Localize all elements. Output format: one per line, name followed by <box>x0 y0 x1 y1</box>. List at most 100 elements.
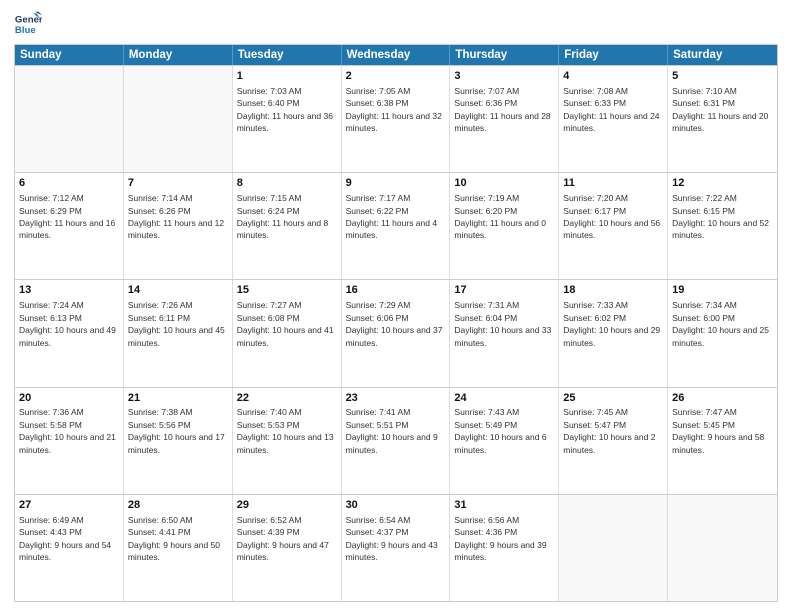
svg-text:Blue: Blue <box>15 25 36 36</box>
calendar-cell: 23Sunrise: 7:41 AM Sunset: 5:51 PM Dayli… <box>342 388 451 494</box>
calendar-cell: 14 Sunrise: 7:26 AM Sunset: 6:11 PM Dayli… <box>124 280 233 386</box>
day-info: Sunrise: 7:12 AM Sunset: 6:29 PM Dayligh… <box>19 193 115 240</box>
calendar-header-cell: Wednesday <box>342 45 451 65</box>
day-info: Sunrise: 7:45 AM Sunset: 5:47 PM Dayligh… <box>563 407 655 454</box>
day-info: Sunrise: 6:54 AM Sunset: 4:37 PM Dayligh… <box>346 515 438 562</box>
day-info: Sunrise: 7:27 AM Sunset: 6:08 PM Dayligh… <box>237 300 334 347</box>
day-number: 14 <box>128 283 228 298</box>
day-info: Sunrise: 7:36 AM Sunset: 5:58 PM Dayligh… <box>19 407 116 454</box>
calendar-cell: 31 Sunrise: 6:56 AM Sunset: 4:36 PM Dayli… <box>450 495 559 601</box>
page: General Blue SundayMondayTuesdayWednesda… <box>0 0 792 612</box>
day-info: Sunrise: 7:26 AM Sunset: 6:11 PM Dayligh… <box>128 300 225 347</box>
calendar-header-cell: Tuesday <box>233 45 342 65</box>
day-info: Sunrise: 7:40 AM Sunset: 5:53 PM Dayligh… <box>237 407 334 454</box>
day-number: 9 <box>346 176 446 191</box>
calendar: SundayMondayTuesdayWednesdayThursdayFrid… <box>14 44 778 602</box>
day-info: Sunrise: 7:38 AM Sunset: 5:56 PM Dayligh… <box>128 407 225 454</box>
day-number: 12 <box>672 176 773 191</box>
calendar-cell: 18Sunrise: 7:33 AM Sunset: 6:02 PM Dayli… <box>559 280 668 386</box>
calendar-cell: 4 Sunrise: 7:08 AM Sunset: 6:33 PM Daylig… <box>559 66 668 172</box>
day-info: Sunrise: 6:50 AM Sunset: 4:41 PM Dayligh… <box>128 515 220 562</box>
day-number: 24 <box>454 391 554 406</box>
calendar-cell: 26Sunrise: 7:47 AM Sunset: 5:45 PM Dayli… <box>668 388 777 494</box>
day-info: Sunrise: 7:10 AM Sunset: 6:31 PM Dayligh… <box>672 86 768 133</box>
calendar-header-cell: Sunday <box>15 45 124 65</box>
calendar-cell: 1 Sunrise: 7:03 AM Sunset: 6:40 PM Daylig… <box>233 66 342 172</box>
calendar-cell: 28 Sunrise: 6:50 AM Sunset: 4:41 PM Dayli… <box>124 495 233 601</box>
calendar-cell <box>15 66 124 172</box>
calendar-cell: 30 Sunrise: 6:54 AM Sunset: 4:37 PM Dayli… <box>342 495 451 601</box>
calendar-cell: 12 Sunrise: 7:22 AM Sunset: 6:15 PM Dayli… <box>668 173 777 279</box>
calendar-cell <box>559 495 668 601</box>
calendar-cell: 8 Sunrise: 7:15 AM Sunset: 6:24 PM Daylig… <box>233 173 342 279</box>
day-number: 13 <box>19 283 119 298</box>
day-number: 5 <box>672 69 773 84</box>
day-info: Sunrise: 7:17 AM Sunset: 6:22 PM Dayligh… <box>346 193 438 240</box>
day-number: 4 <box>563 69 663 84</box>
day-number: 29 <box>237 498 337 513</box>
day-number: 31 <box>454 498 554 513</box>
day-number: 18 <box>563 283 663 298</box>
day-info: Sunrise: 6:52 AM Sunset: 4:39 PM Dayligh… <box>237 515 329 562</box>
calendar-cell: 2 Sunrise: 7:05 AM Sunset: 6:38 PM Daylig… <box>342 66 451 172</box>
day-number: 6 <box>19 176 119 191</box>
day-info: Sunrise: 7:14 AM Sunset: 6:26 PM Dayligh… <box>128 193 224 240</box>
calendar-cell: 5 Sunrise: 7:10 AM Sunset: 6:31 PM Daylig… <box>668 66 777 172</box>
calendar-cell: 13 Sunrise: 7:24 AM Sunset: 6:13 PM Dayli… <box>15 280 124 386</box>
day-number: 22 <box>237 391 337 406</box>
calendar-cell: 22Sunrise: 7:40 AM Sunset: 5:53 PM Dayli… <box>233 388 342 494</box>
day-info: Sunrise: 7:34 AM Sunset: 6:00 PM Dayligh… <box>672 300 769 347</box>
day-info: Sunrise: 7:15 AM Sunset: 6:24 PM Dayligh… <box>237 193 329 240</box>
day-number: 19 <box>672 283 773 298</box>
day-info: Sunrise: 7:24 AM Sunset: 6:13 PM Dayligh… <box>19 300 116 347</box>
logo-icon: General Blue <box>14 10 42 38</box>
day-number: 8 <box>237 176 337 191</box>
calendar-week-row: 20Sunrise: 7:36 AM Sunset: 5:58 PM Dayli… <box>15 387 777 494</box>
day-number: 25 <box>563 391 663 406</box>
calendar-cell: 17 Sunrise: 7:31 AM Sunset: 6:04 PM Dayli… <box>450 280 559 386</box>
calendar-header-cell: Saturday <box>668 45 777 65</box>
calendar-cell: 10Sunrise: 7:19 AM Sunset: 6:20 PM Dayli… <box>450 173 559 279</box>
day-number: 7 <box>128 176 228 191</box>
day-info: Sunrise: 7:31 AM Sunset: 6:04 PM Dayligh… <box>454 300 551 347</box>
calendar-cell <box>124 66 233 172</box>
day-number: 27 <box>19 498 119 513</box>
day-info: Sunrise: 7:08 AM Sunset: 6:33 PM Dayligh… <box>563 86 659 133</box>
day-info: Sunrise: 7:07 AM Sunset: 6:36 PM Dayligh… <box>454 86 550 133</box>
day-number: 17 <box>454 283 554 298</box>
day-info: Sunrise: 6:49 AM Sunset: 4:43 PM Dayligh… <box>19 515 111 562</box>
calendar-week-row: 1 Sunrise: 7:03 AM Sunset: 6:40 PM Daylig… <box>15 65 777 172</box>
day-info: Sunrise: 7:41 AM Sunset: 5:51 PM Dayligh… <box>346 407 438 454</box>
day-number: 26 <box>672 391 773 406</box>
day-info: Sunrise: 7:22 AM Sunset: 6:15 PM Dayligh… <box>672 193 769 240</box>
calendar-cell: 11Sunrise: 7:20 AM Sunset: 6:17 PM Dayli… <box>559 173 668 279</box>
day-number: 21 <box>128 391 228 406</box>
day-number: 2 <box>346 69 446 84</box>
day-info: Sunrise: 6:56 AM Sunset: 4:36 PM Dayligh… <box>454 515 546 562</box>
day-number: 28 <box>128 498 228 513</box>
calendar-cell: 24Sunrise: 7:43 AM Sunset: 5:49 PM Dayli… <box>450 388 559 494</box>
day-number: 1 <box>237 69 337 84</box>
day-number: 30 <box>346 498 446 513</box>
day-number: 15 <box>237 283 337 298</box>
calendar-week-row: 6 Sunrise: 7:12 AM Sunset: 6:29 PM Daylig… <box>15 172 777 279</box>
calendar-cell: 9 Sunrise: 7:17 AM Sunset: 6:22 PM Daylig… <box>342 173 451 279</box>
calendar-body: 1 Sunrise: 7:03 AM Sunset: 6:40 PM Daylig… <box>15 65 777 601</box>
day-number: 10 <box>454 176 554 191</box>
day-number: 23 <box>346 391 446 406</box>
day-info: Sunrise: 7:47 AM Sunset: 5:45 PM Dayligh… <box>672 407 764 454</box>
calendar-cell: 6 Sunrise: 7:12 AM Sunset: 6:29 PM Daylig… <box>15 173 124 279</box>
calendar-cell: 27 Sunrise: 6:49 AM Sunset: 4:43 PM Dayli… <box>15 495 124 601</box>
calendar-cell: 15 Sunrise: 7:27 AM Sunset: 6:08 PM Dayli… <box>233 280 342 386</box>
calendar-cell: 7 Sunrise: 7:14 AM Sunset: 6:26 PM Daylig… <box>124 173 233 279</box>
day-info: Sunrise: 7:03 AM Sunset: 6:40 PM Dayligh… <box>237 86 333 133</box>
calendar-cell: 16Sunrise: 7:29 AM Sunset: 6:06 PM Dayli… <box>342 280 451 386</box>
day-info: Sunrise: 7:43 AM Sunset: 5:49 PM Dayligh… <box>454 407 546 454</box>
calendar-week-row: 13 Sunrise: 7:24 AM Sunset: 6:13 PM Dayli… <box>15 279 777 386</box>
calendar-header-cell: Friday <box>559 45 668 65</box>
calendar-cell: 21Sunrise: 7:38 AM Sunset: 5:56 PM Dayli… <box>124 388 233 494</box>
calendar-cell: 25Sunrise: 7:45 AM Sunset: 5:47 PM Dayli… <box>559 388 668 494</box>
day-number: 3 <box>454 69 554 84</box>
day-info: Sunrise: 7:05 AM Sunset: 6:38 PM Dayligh… <box>346 86 442 133</box>
day-info: Sunrise: 7:20 AM Sunset: 6:17 PM Dayligh… <box>563 193 660 240</box>
